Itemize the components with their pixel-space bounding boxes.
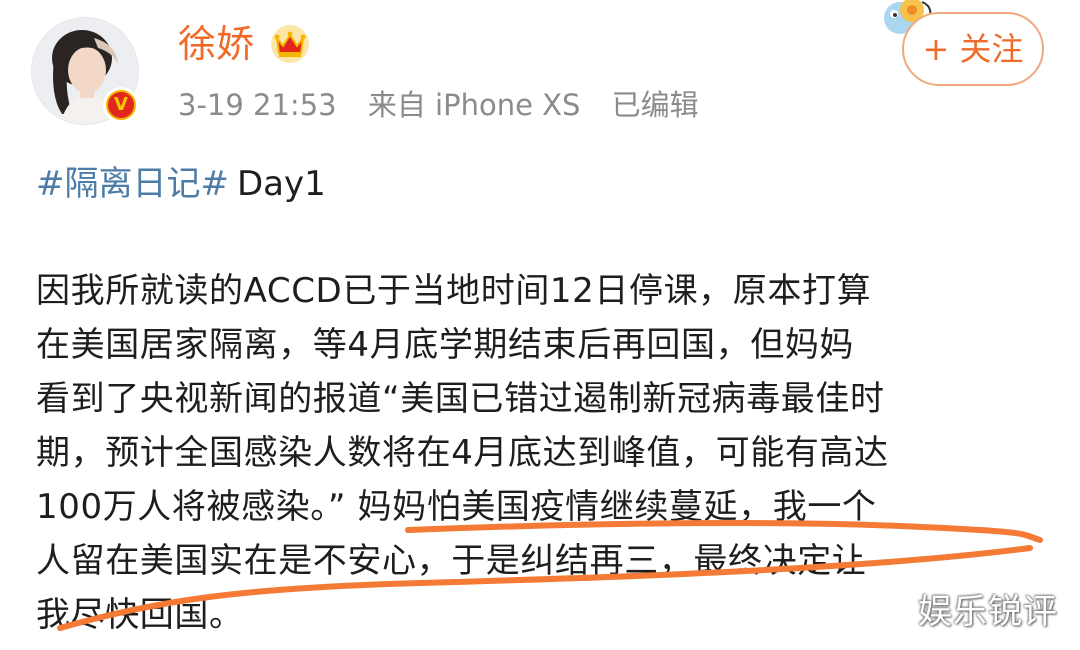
post-line: 因我所就读的ACCD已于当地时间12日停课，原本打算 <box>36 271 872 311</box>
verified-badge: V <box>103 87 139 123</box>
post-line: 看到了央视新闻的报道“美国已错过遏制新冠病毒最佳时 <box>36 379 885 419</box>
post-line: 我尽快回国。 <box>36 595 244 635</box>
post-line: 人留在美国实在是不安心，于是纠结再三，最终决定让 <box>36 541 867 581</box>
post-text: 因我所就读的ACCD已于当地时间12日停课，原本打算 在美国居家隔离，等4月底学… <box>36 264 1056 642</box>
post-line: 100万人将被感染。” 妈妈怕美国疫情继续蔓延，我一个 <box>36 487 877 527</box>
post-line: 在美国居家隔离，等4月底学期结束后再回国，但妈妈 <box>36 325 855 365</box>
weibo-post: V 徐娇 3-19 21:53 来自 iPhone XS 已编辑 + 关注 #隔… <box>0 0 1080 650</box>
post-line: 期，预计全国感染人数将在4月底达到峰值，可能有高达 <box>36 433 889 473</box>
topic-line: #隔离日记# Day1 <box>36 160 326 208</box>
username[interactable]: 徐娇 <box>178 20 254 68</box>
post-source: 来自 iPhone XS <box>367 88 581 122</box>
topic-day-label: Day1 <box>236 164 326 204</box>
watermark: 娱乐锐评 <box>918 592 1058 632</box>
post-timestamp: 3-19 21:53 <box>178 88 337 122</box>
crown-icon <box>271 25 309 63</box>
follow-button[interactable]: + 关注 <box>902 12 1044 86</box>
verified-v-icon: V <box>106 90 136 120</box>
topic-hashtag-link[interactable]: #隔离日记# <box>36 164 229 204</box>
edited-label[interactable]: 已编辑 <box>612 88 699 122</box>
post-meta: 3-19 21:53 来自 iPhone XS 已编辑 <box>178 86 699 124</box>
